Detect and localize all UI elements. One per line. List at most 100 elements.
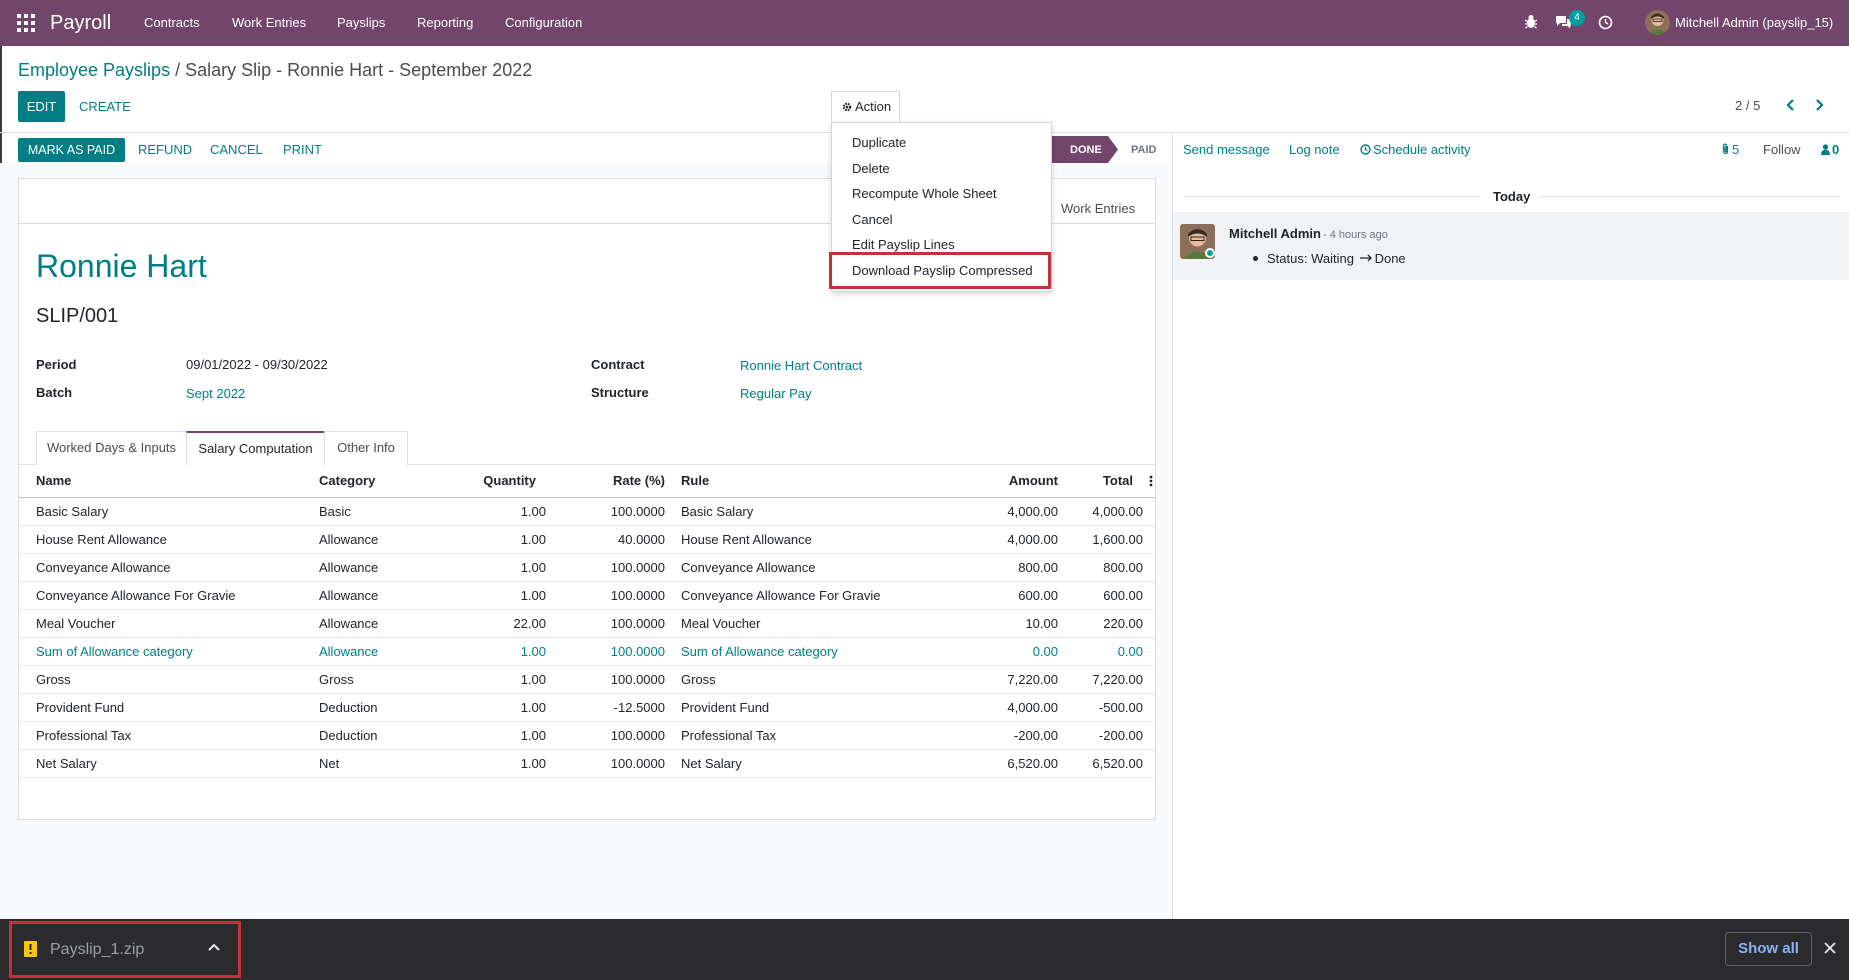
cell-category: Basic [302, 497, 449, 526]
chevron-left-icon[interactable] [1785, 98, 1797, 112]
menu-item-recompute[interactable]: Recompute Whole Sheet [852, 186, 997, 202]
create-button[interactable]: CREATE [79, 99, 131, 115]
download-filename[interactable]: Payslip_1.zip [50, 940, 144, 960]
chevron-up-icon[interactable] [208, 943, 220, 951]
optional-columns-icon[interactable] [1149, 475, 1153, 487]
cell-quantity: 1.00 [449, 665, 554, 694]
batch-link[interactable]: Sept 2022 [186, 386, 245, 402]
structure-link[interactable]: Regular Pay [740, 386, 812, 402]
cell-rule: Conveyance Allowance For Gravie [673, 581, 982, 610]
menu-item-cancel[interactable]: Cancel [852, 212, 892, 228]
gear-icon [842, 102, 852, 112]
cancel-button[interactable]: CANCEL [210, 142, 263, 158]
close-icon[interactable] [1824, 942, 1836, 954]
download-bar [0, 919, 1849, 980]
cell-rule: Gross [673, 665, 982, 694]
send-message-button[interactable]: Send message [1183, 142, 1270, 158]
cell-rate: 100.0000 [554, 581, 673, 610]
cell-quantity: 1.00 [449, 721, 554, 750]
cell-amount: 7,220.00 [982, 665, 1072, 694]
table-row[interactable]: Professional Tax Deduction 1.00 100.0000 Pro… [19, 721, 1155, 750]
date-divider-right [1540, 196, 1840, 197]
menu-item-edit-lines[interactable]: Edit Payslip Lines [852, 237, 955, 253]
cell-rate: -12.5000 [554, 693, 673, 722]
action-dropdown-toggle[interactable]: Action [831, 91, 900, 122]
cell-category: Deduction [302, 693, 449, 722]
activity-clock-icon[interactable] [1598, 15, 1613, 30]
edit-button[interactable]: EDIT [18, 91, 65, 122]
cell-name: Provident Fund [19, 693, 302, 722]
follow-button[interactable]: Follow [1763, 142, 1801, 158]
menu-item-duplicate[interactable]: Duplicate [852, 135, 906, 151]
cell-amount: 4,000.00 [982, 693, 1072, 722]
refund-button[interactable]: REFUND [138, 142, 192, 158]
app-brand[interactable]: Payroll [50, 11, 111, 35]
column-header-name[interactable]: Name [19, 465, 302, 498]
contract-link[interactable]: Ronnie Hart Contract [740, 358, 862, 374]
cell-amount: 6,520.00 [982, 749, 1072, 778]
stage-paid[interactable]: PAID [1131, 142, 1156, 158]
show-all-button[interactable]: Show all [1725, 932, 1812, 966]
table-row[interactable]: Provident Fund Deduction 1.00 -12.5000 Provi… [19, 693, 1155, 722]
schedule-activity-label: Schedule activity [1373, 142, 1471, 157]
schedule-activity-button[interactable]: Schedule activity [1360, 142, 1471, 158]
table-row[interactable]: Basic Salary Basic 1.00 100.0000 Basic Salar… [19, 497, 1155, 526]
mark-as-paid-button[interactable]: MARK AS PAID [18, 138, 125, 162]
pager-value[interactable]: 2 / 5 [1735, 98, 1760, 114]
table-row[interactable]: House Rent Allowance Allowance 1.00 40.0000… [19, 525, 1155, 554]
cell-name: Conveyance Allowance For Gravie [19, 581, 302, 610]
table-row[interactable]: Conveyance Allowance Allowance 1.00 100.000… [19, 553, 1155, 582]
attachments-count: 5 [1732, 142, 1740, 157]
online-status-dot [1205, 248, 1215, 258]
menu-payslips[interactable]: Payslips [337, 15, 385, 31]
followers-button[interactable]: 0 [1821, 142, 1839, 158]
table-row[interactable]: Net Salary Net 1.00 100.0000 Net Salary 6,520… [19, 749, 1155, 778]
tab-salary-computation[interactable]: Salary Computation [186, 431, 325, 466]
table-row[interactable]: Meal Voucher Allowance 22.00 100.0000 Meal V… [19, 609, 1155, 638]
column-header-rate[interactable]: Rate (%) [554, 465, 673, 498]
cell-rule: Basic Salary [673, 497, 982, 526]
cell-name: Meal Voucher [19, 609, 302, 638]
menu-contracts[interactable]: Contracts [144, 15, 200, 31]
chevron-right-icon[interactable] [1813, 98, 1825, 112]
cell-total: 7,220.00 [1072, 665, 1155, 694]
table-row[interactable]: Sum of Allowance category Allowance 1.00 10… [19, 637, 1155, 666]
period-value: 09/01/2022 - 09/30/2022 [186, 357, 328, 372]
print-button[interactable]: PRINT [283, 142, 322, 158]
column-header-category[interactable]: Category [302, 465, 449, 498]
cell-rule: Sum of Allowance category [673, 637, 982, 666]
cell-rate: 100.0000 [554, 553, 673, 582]
table-row[interactable]: Gross Gross 1.00 100.0000 Gross 7,220.00 7,220… [19, 665, 1155, 694]
apps-grid-icon[interactable] [17, 14, 35, 32]
tab-other-info[interactable]: Other Info [324, 431, 408, 465]
cell-total: 600.00 [1072, 581, 1155, 610]
column-header-amount[interactable]: Amount [982, 465, 1072, 498]
menu-item-delete[interactable]: Delete [852, 161, 890, 177]
cell-total: -500.00 [1072, 693, 1155, 722]
menu-reporting[interactable]: Reporting [417, 15, 473, 31]
stage-done: DONE [1070, 144, 1102, 156]
log-note-button[interactable]: Log note [1289, 142, 1340, 158]
employee-name: Ronnie Hart [36, 248, 207, 284]
message-author[interactable]: Mitchell Admin [1229, 226, 1321, 242]
cell-amount: 800.00 [982, 553, 1072, 582]
work-entries-smart-button[interactable]: Work Entries [1061, 201, 1135, 217]
debug-bug-icon[interactable] [1524, 14, 1538, 30]
user-menu[interactable]: Mitchell Admin (payslip_15) [1675, 15, 1833, 31]
tab-worked-days[interactable]: Worked Days & Inputs [36, 431, 187, 465]
breadcrumb: Employee Payslips / Salary Slip - Ronnie… [18, 59, 532, 81]
menu-configuration[interactable]: Configuration [505, 15, 582, 31]
cell-rule: Provident Fund [673, 693, 982, 722]
cell-rule: House Rent Allowance [673, 525, 982, 554]
menu-work-entries[interactable]: Work Entries [232, 15, 306, 31]
column-header-total[interactable]: Total [1072, 465, 1155, 498]
cell-rate: 100.0000 [554, 749, 673, 778]
breadcrumb-parent-link[interactable]: Employee Payslips [18, 60, 170, 80]
table-row[interactable]: Conveyance Allowance For Gravie Allowance… [19, 581, 1155, 610]
cell-category: Allowance [302, 553, 449, 582]
column-header-rule[interactable]: Rule [673, 465, 982, 498]
cell-amount: 4,000.00 [982, 525, 1072, 554]
column-header-quantity[interactable]: Quantity [449, 465, 554, 498]
attachments-button[interactable]: 5 [1721, 142, 1739, 158]
user-avatar[interactable] [1645, 10, 1670, 35]
